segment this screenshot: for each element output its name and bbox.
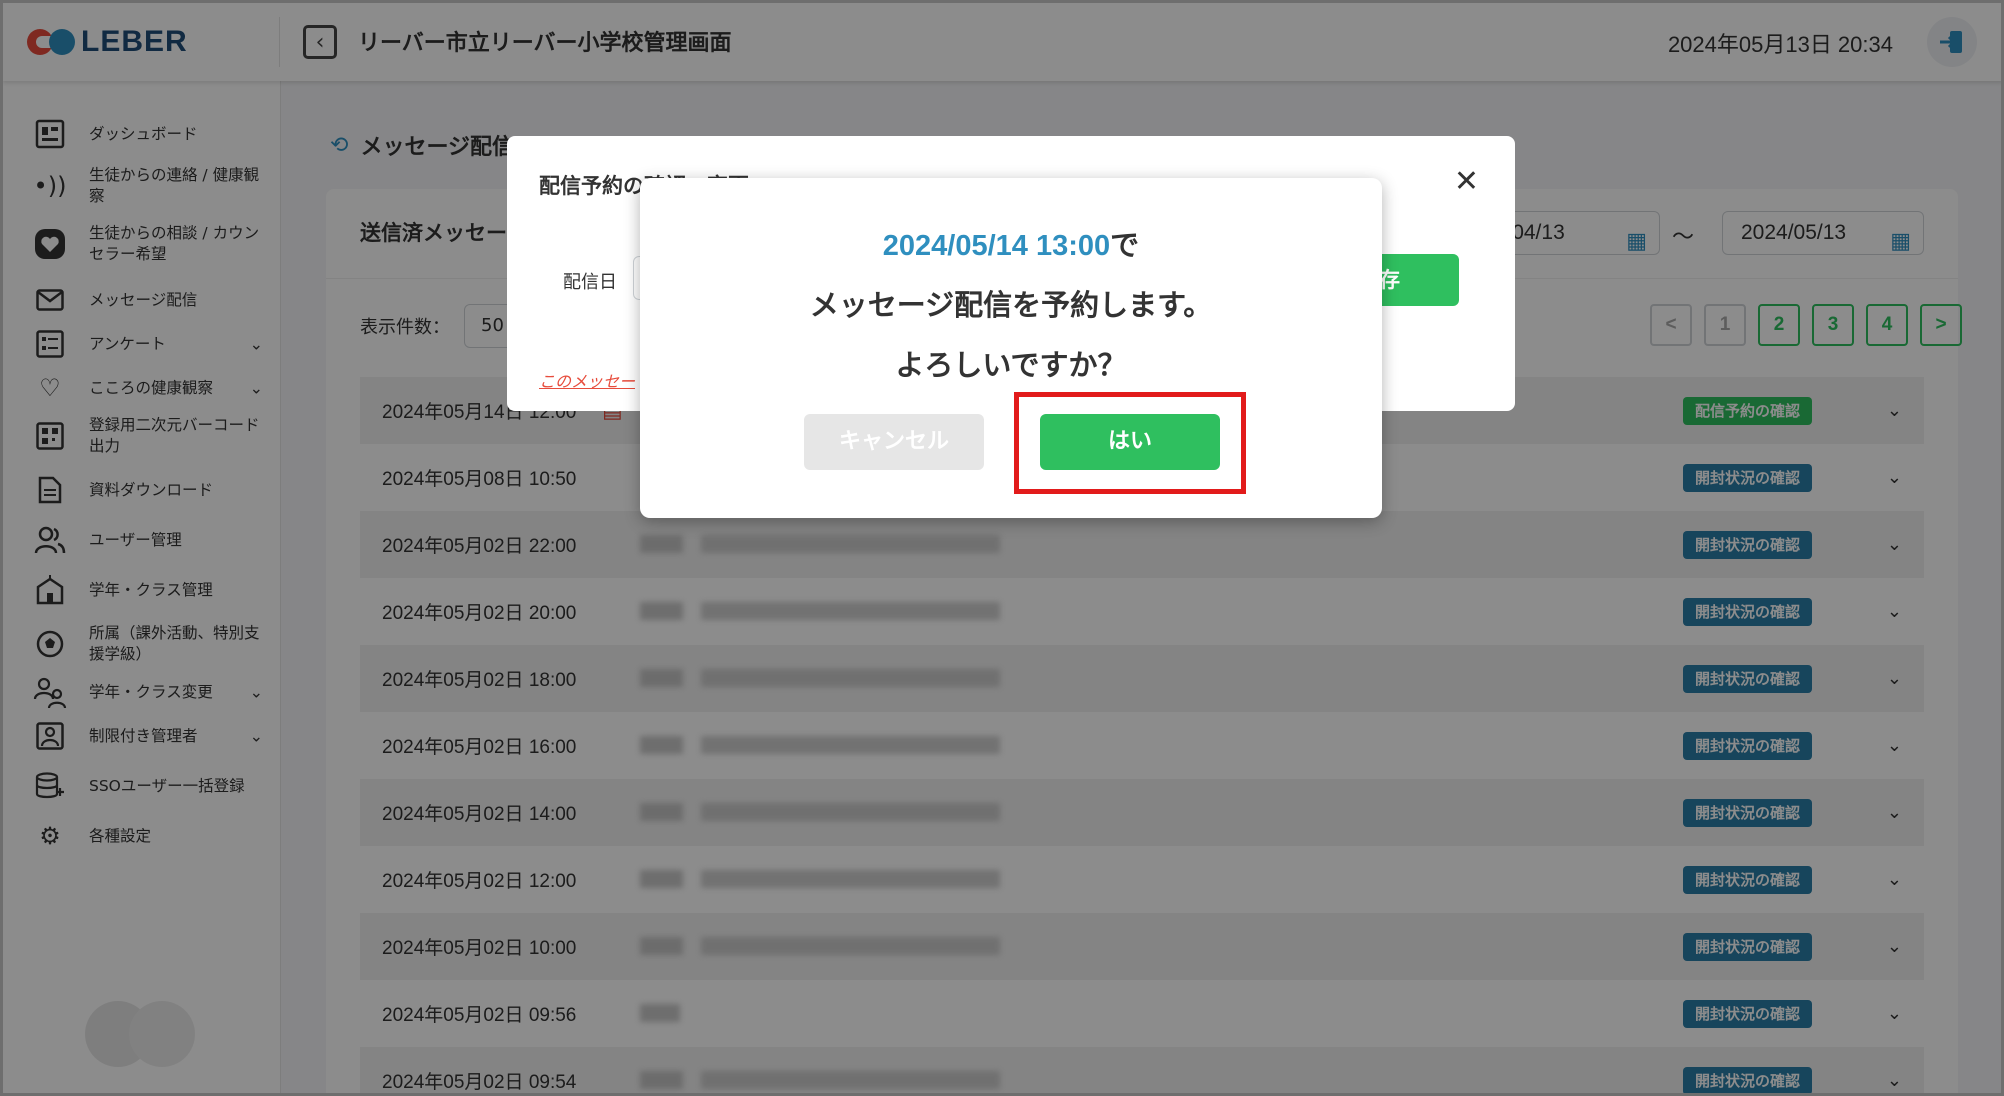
confirm-reservation-dialog: 2024/05/14 13:00で メッセージ配信を予約します。 よろしいですか… xyxy=(640,178,1382,518)
close-icon[interactable]: ✕ xyxy=(1454,164,1479,199)
annotation-highlight-box xyxy=(1014,392,1246,494)
confirm-line-3: よろしいですか？ xyxy=(895,348,1127,382)
confirm-datetime-suffix: で xyxy=(1110,228,1140,262)
confirm-line-2: メッセージ配信を予約します。 xyxy=(809,288,1213,322)
confirm-line-1: 2024/05/14 13:00で xyxy=(640,222,1382,264)
delivery-date-label: 配信日 xyxy=(563,272,617,293)
confirm-datetime: 2024/05/14 13:00 xyxy=(882,230,1111,262)
message-link[interactable]: このメッセー xyxy=(539,368,635,392)
cancel-button[interactable]: キャンセル xyxy=(804,414,984,470)
